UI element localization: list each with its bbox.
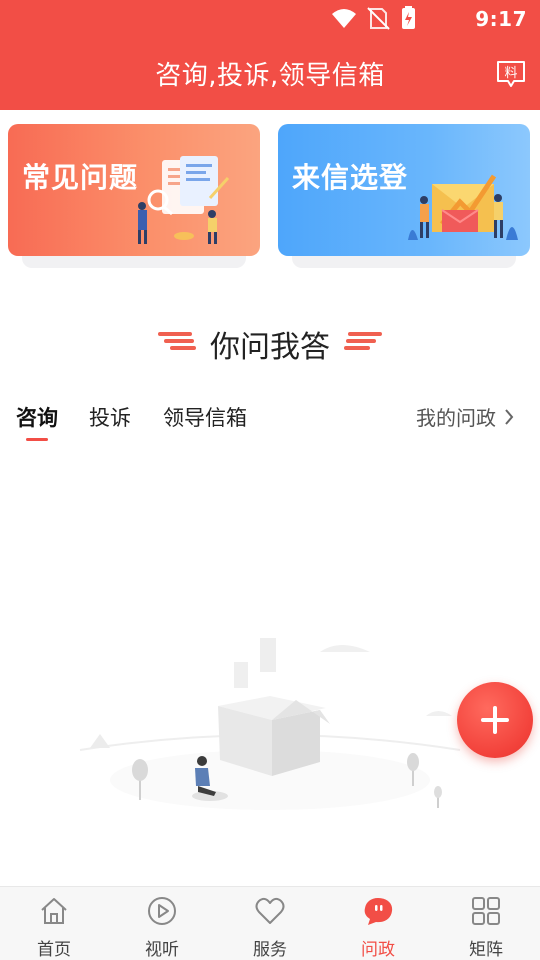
play-icon: [148, 897, 176, 925]
my-inquiries-link[interactable]: 我的问政: [416, 402, 514, 431]
tab-active-indicator: [26, 438, 48, 441]
plus-icon: [481, 706, 509, 734]
status-bar: 9:17: [0, 0, 540, 36]
nav-item-matrix[interactable]: 矩阵: [432, 887, 540, 960]
battery-charging-icon: [402, 6, 415, 29]
nav-item-service[interactable]: 服务: [216, 887, 324, 960]
chevron-right-icon: [505, 408, 514, 425]
header-bar: 9:17 咨询,投诉,领导信箱 料: [0, 0, 540, 110]
selected-letters-card-label: 来信选登: [292, 161, 409, 194]
my-inquiries-label: 我的问政: [416, 406, 496, 430]
chat-bubble-icon: [364, 898, 393, 925]
nav-label-media: 视听: [145, 940, 179, 960]
tab-consult[interactable]: 咨询: [16, 402, 58, 432]
nav-label-matrix: 矩阵: [469, 940, 503, 960]
new-question-button[interactable]: [457, 682, 533, 758]
no-sim-icon: [367, 7, 390, 30]
heart-icon: [255, 897, 285, 924]
faq-card-label: 常见问题: [22, 161, 139, 194]
title-decoration-right: [344, 332, 382, 350]
nav-item-inquiry[interactable]: 问政: [324, 887, 432, 960]
svg-text:料: 料: [504, 66, 517, 81]
status-time: 9:17: [475, 7, 527, 31]
card-shadow: [22, 254, 246, 268]
material-icon[interactable]: 料: [496, 60, 526, 88]
tab-complaint[interactable]: 投诉: [89, 402, 131, 432]
section-title: 你问我答: [210, 330, 330, 365]
empty-state-illustration: [79, 638, 461, 810]
faq-card[interactable]: 常见问题: [8, 124, 260, 256]
faq-illustration: [138, 156, 230, 244]
nav-item-home[interactable]: 首页: [0, 887, 108, 960]
bottom-nav: 首页 视听 服务 问政 矩阵: [0, 886, 540, 960]
letters-illustration: [408, 174, 518, 240]
nav-item-media[interactable]: 视听: [108, 887, 216, 960]
grid-icon: [472, 897, 500, 925]
tab-leader-mailbox[interactable]: 领导信箱: [163, 402, 247, 432]
home-icon: [41, 898, 67, 924]
wifi-icon: [332, 9, 356, 28]
nav-label-inquiry: 问政: [361, 940, 395, 960]
status-icons: [332, 6, 415, 30]
nav-label-home: 首页: [37, 940, 71, 960]
card-shadow: [292, 254, 516, 268]
selected-letters-card[interactable]: 来信选登: [278, 124, 530, 256]
page-title: 咨询,投诉,领导信箱: [155, 61, 385, 91]
nav-label-service: 服务: [253, 940, 287, 960]
app-root: 9:17 咨询,投诉,领导信箱 料 常见问题 来信选登 你问我答 咨询 投诉 领…: [0, 0, 540, 960]
